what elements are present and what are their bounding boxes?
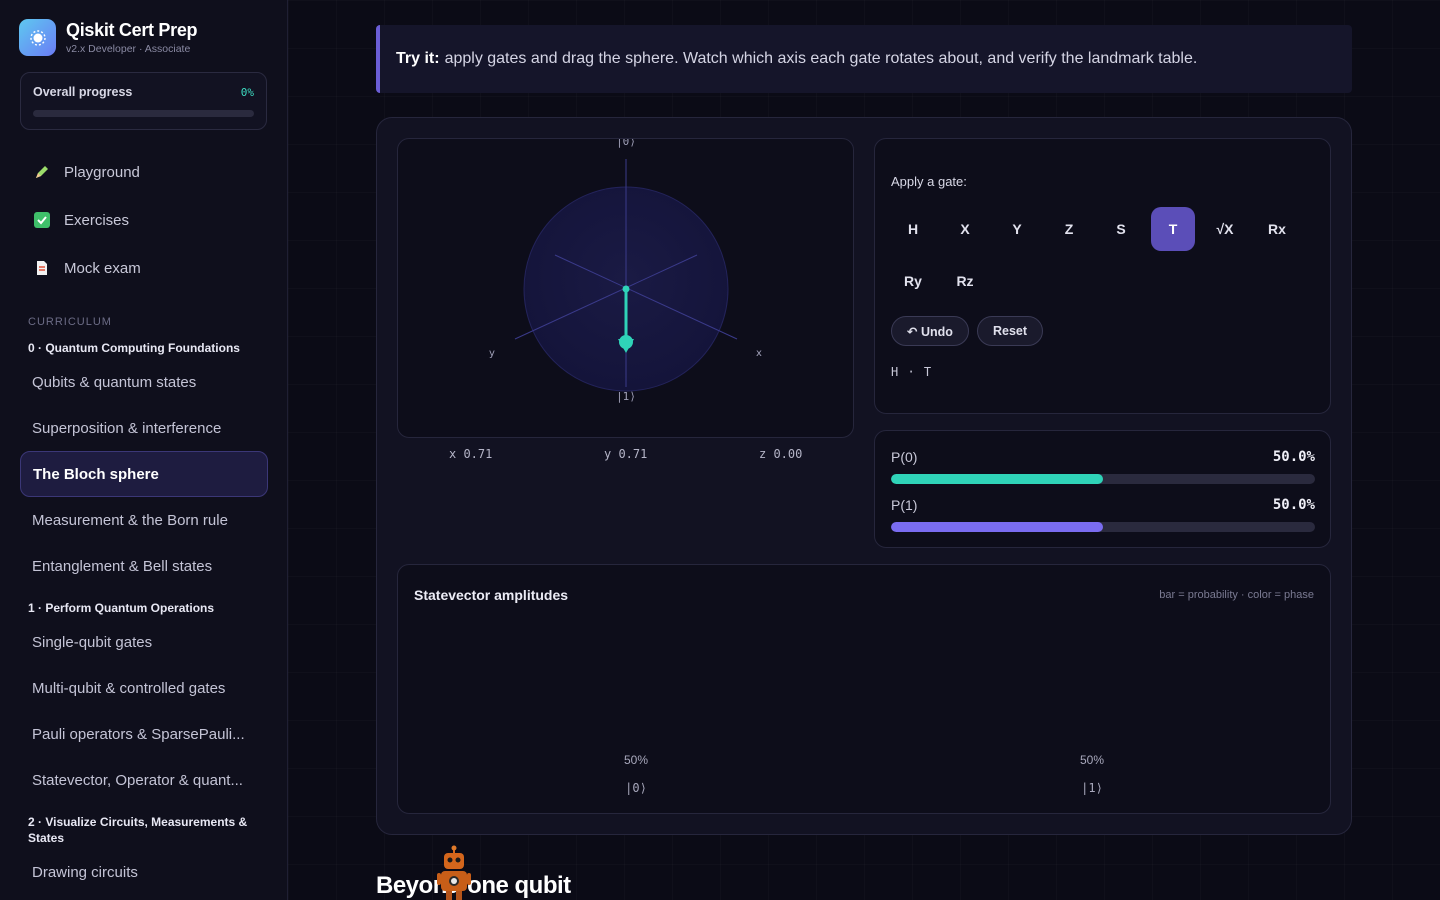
gate-panel: Apply a gate: H X Y Z S T √X Rx Ry Rz ↶ … — [874, 138, 1331, 414]
prob-bar-fill — [891, 522, 1103, 532]
prob-bar-track — [891, 522, 1315, 532]
statevector-panel: Statevector amplitudes bar = probability… — [397, 564, 1331, 814]
coord-y: y 0.71 — [604, 447, 648, 461]
nav-mock-exam[interactable]: Mock exam — [20, 248, 267, 288]
prob-value: 50.0% — [1272, 449, 1315, 465]
atom-icon — [19, 19, 56, 56]
gate-history: H · T — [891, 365, 933, 379]
nav-playground[interactable]: Playground — [20, 152, 267, 192]
coord-x: x 0.71 — [449, 447, 493, 461]
bloch-sphere-widget: |0⟩ |1⟩ x y x 0.71 y 0.71 z 0.00 Apply a… — [376, 117, 1352, 835]
try-it-text: apply gates and drag the sphere. Watch w… — [444, 50, 1198, 67]
gate-button-sqrt-x[interactable]: √X — [1203, 207, 1247, 251]
robot-icon[interactable] — [436, 845, 472, 900]
lesson-item[interactable]: Multi-qubit & controlled gates — [20, 666, 268, 710]
gate-button-x[interactable]: X — [943, 207, 987, 251]
ket1-label: |1⟩ — [616, 390, 636, 403]
bloch-sphere[interactable]: |0⟩ |1⟩ x y — [398, 135, 855, 439]
app-title: Qiskit Cert Prep — [66, 20, 198, 40]
statevector-legend: bar = probability · color = phase — [1159, 589, 1314, 601]
gate-button-h[interactable]: H — [891, 207, 935, 251]
bloch-sphere-panel[interactable]: |0⟩ |1⟩ x y — [397, 135, 855, 439]
try-it-label: Try it: — [396, 50, 440, 67]
lesson-item[interactable]: Pauli operators & SparsePauli... — [20, 712, 268, 756]
amplitude-ket: |0⟩ — [625, 781, 647, 795]
nav-label: Exercises — [64, 211, 130, 229]
reset-button[interactable]: Reset — [977, 316, 1043, 346]
prob-bar-track — [891, 474, 1315, 484]
curriculum-heading: CURRICULUM — [28, 316, 112, 328]
main-content: Try it: apply gates and drag the sphere.… — [288, 0, 1440, 900]
sidebar: Qiskit Cert Prep v2.x Developer · Associ… — [0, 0, 288, 900]
progress-value: 0% — [240, 85, 254, 99]
lesson-item[interactable]: Statevector, Operator & quant... — [20, 758, 268, 802]
gate-button-t[interactable]: T — [1151, 207, 1195, 251]
apply-gate-label: Apply a gate: — [891, 174, 967, 189]
state-point — [619, 335, 633, 349]
lesson-item[interactable]: Drawing circuits — [20, 850, 268, 894]
amplitude-percent: 50% — [1079, 753, 1105, 767]
y-axis-label: y — [489, 348, 495, 359]
module-heading[interactable]: 0 · Quantum Computing Foundations — [28, 340, 268, 356]
gate-button-ry[interactable]: Ry — [891, 259, 935, 303]
coord-z: z 0.00 — [759, 447, 803, 461]
statevector-title: Statevector amplitudes — [414, 587, 569, 603]
nav-label: Mock exam — [64, 259, 141, 277]
amplitude-ket: |1⟩ — [1081, 781, 1103, 795]
lesson-item[interactable]: Qubits & quantum states — [20, 360, 268, 404]
nav-exercises[interactable]: Exercises — [20, 200, 267, 240]
module-heading[interactable]: 1 · Perform Quantum Operations — [28, 600, 268, 616]
prob-row-1: P(1) 50.0% — [891, 496, 1315, 532]
document-icon — [34, 260, 50, 276]
checkbox-icon — [34, 212, 50, 228]
bloch-coordinates: x 0.71 y 0.71 z 0.00 — [397, 447, 854, 465]
nav-label: Playground — [64, 163, 140, 181]
prob-label: P(0) — [891, 449, 918, 465]
cut-off-text — [376, 0, 1240, 4]
section-heading: Beyond one qubit — [376, 872, 571, 899]
try-it-callout: Try it: apply gates and drag the sphere.… — [376, 25, 1352, 93]
prob-row-0: P(0) 50.0% — [891, 448, 1315, 484]
probability-panel: P(0) 50.0% P(1) 50.0% — [874, 430, 1331, 548]
app-subtitle: v2.x Developer · Associate — [66, 43, 191, 55]
undo-button[interactable]: ↶ Undo — [891, 316, 969, 346]
x-axis-label: x — [756, 348, 762, 359]
gate-button-rz[interactable]: Rz — [943, 259, 987, 303]
overall-progress-card: Overall progress 0% — [20, 72, 267, 130]
brand[interactable]: Qiskit Cert Prep v2.x Developer · Associ… — [19, 19, 198, 56]
prob-value: 50.0% — [1272, 497, 1315, 513]
gate-button-y[interactable]: Y — [995, 207, 1039, 251]
progress-label: Overall progress — [33, 85, 133, 99]
prob-bar-fill — [891, 474, 1103, 484]
lesson-item[interactable]: Single-qubit gates — [20, 620, 268, 664]
gate-button-rx[interactable]: Rx — [1255, 207, 1299, 251]
lesson-item[interactable]: Measurement & the Born rule — [20, 498, 268, 542]
gate-button-z[interactable]: Z — [1047, 207, 1091, 251]
progress-bar — [33, 110, 254, 117]
lesson-item[interactable]: Superposition & interference — [20, 406, 268, 450]
amplitude-percent: 50% — [623, 753, 649, 767]
lesson-item[interactable]: Entanglement & Bell states — [20, 544, 268, 588]
pencil-icon — [34, 164, 50, 180]
lesson-item-active[interactable]: The Bloch sphere — [20, 451, 268, 497]
gate-button-s[interactable]: S — [1099, 207, 1143, 251]
prob-label: P(1) — [891, 497, 918, 513]
sphere-center — [622, 285, 630, 293]
module-heading[interactable]: 2 · Visualize Circuits, Measurements & S… — [28, 814, 268, 846]
ket0-label: |0⟩ — [616, 139, 636, 148]
